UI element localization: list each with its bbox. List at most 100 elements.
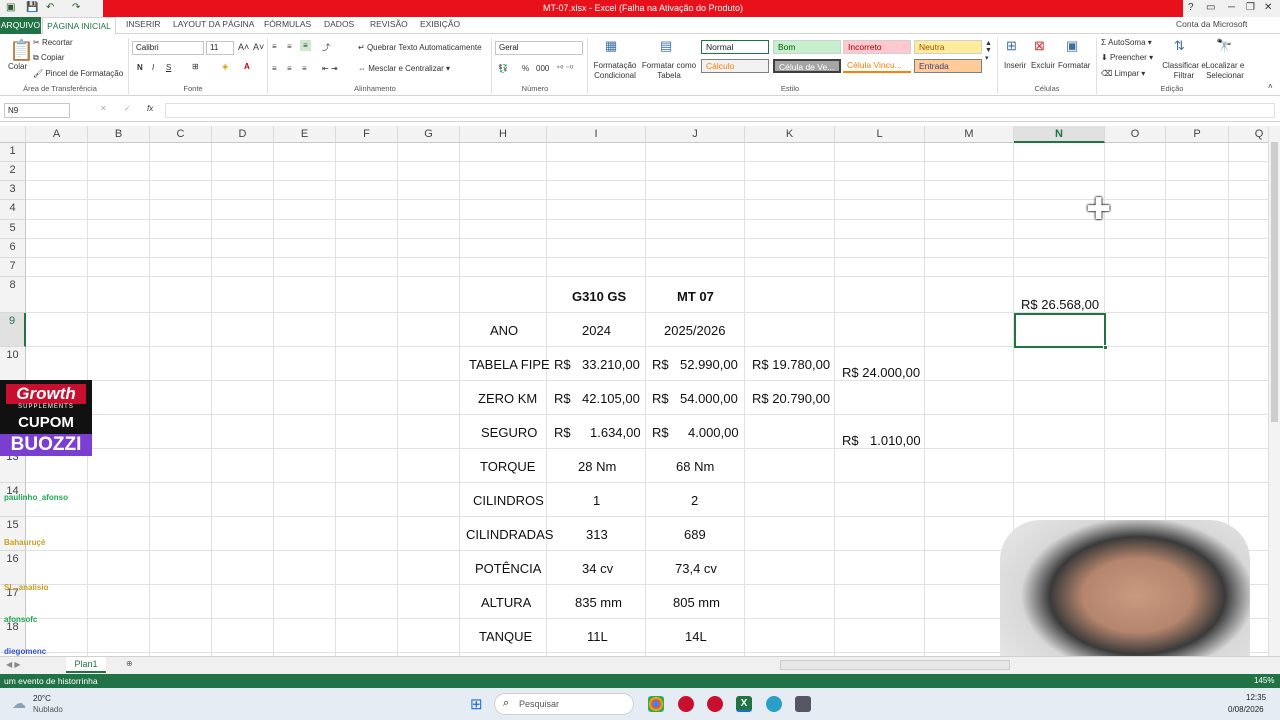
- start-icon[interactable]: ⊞: [470, 695, 483, 713]
- style-normal[interactable]: Normal: [701, 40, 769, 54]
- cell-i16[interactable]: 34 cv: [582, 561, 613, 576]
- cell-j8[interactable]: MT 07: [677, 289, 714, 304]
- cell-i8[interactable]: G310 GS: [572, 289, 626, 304]
- cell-j18[interactable]: 14L: [685, 629, 707, 644]
- column-header-g[interactable]: G: [398, 126, 460, 143]
- sheet-tab-plan1[interactable]: Plan1: [66, 657, 106, 673]
- tab-pagina-inicial[interactable]: PÁGINA INICIAL: [42, 17, 116, 35]
- row-header-4[interactable]: 4: [0, 200, 26, 220]
- cell-j10[interactable]: 52.990,00: [680, 357, 738, 372]
- cell-h15[interactable]: CILINDRADAS: [466, 527, 553, 542]
- merge-center-button[interactable]: ⇔ Mesclar e Centralizar ▾: [358, 64, 450, 73]
- app-icon[interactable]: [707, 696, 723, 712]
- cell-i12[interactable]: 1.634,00: [590, 425, 641, 440]
- cut-button[interactable]: ✂ Recortar: [33, 38, 73, 47]
- name-box[interactable]: N9: [4, 103, 70, 118]
- copy-button[interactable]: ⧉ Copiar: [33, 53, 65, 63]
- find-select-button[interactable]: Localizar e Selecionar: [1202, 61, 1248, 81]
- redo-icon[interactable]: ↷: [72, 2, 80, 13]
- clock-time[interactable]: 12:35: [1246, 693, 1266, 702]
- tab-layout[interactable]: LAYOUT DA PÁGINA: [173, 19, 254, 29]
- column-header-m[interactable]: M: [925, 126, 1014, 143]
- delete-cells-icon[interactable]: ⊠: [1034, 38, 1045, 54]
- fill-handle[interactable]: [1103, 345, 1108, 350]
- align-top-icon[interactable]: ≡: [272, 42, 277, 51]
- conditional-format-icon[interactable]: ▦: [605, 38, 617, 54]
- style-celula-vinculada[interactable]: Célula Vincu...: [843, 59, 911, 73]
- column-header-q[interactable]: Q: [1229, 126, 1268, 143]
- cell-j17[interactable]: 805 mm: [673, 595, 720, 610]
- cell-i9[interactable]: 2024: [582, 323, 611, 338]
- style-bom[interactable]: Bom: [773, 40, 841, 54]
- cell-n8[interactable]: R$ 26.568,00: [1021, 297, 1099, 312]
- tab-inserir[interactable]: INSERIR: [126, 19, 160, 29]
- cell-h9[interactable]: ANO: [490, 323, 518, 338]
- cell-h18[interactable]: TANQUE: [479, 629, 532, 644]
- cell-i10[interactable]: 33.210,00: [582, 357, 640, 372]
- insert-function-button[interactable]: fx: [147, 104, 153, 113]
- collapse-ribbon-icon[interactable]: ˄: [1268, 82, 1273, 91]
- paste-button[interactable]: Colar: [8, 62, 27, 71]
- italic-button[interactable]: I: [152, 63, 154, 72]
- cell-h13[interactable]: TORQUE: [480, 459, 535, 474]
- help-button[interactable]: ?: [1188, 2, 1194, 13]
- style-celula-verificacao[interactable]: Célula de Ve...: [773, 59, 841, 73]
- format-cells-button[interactable]: Formatar: [1058, 61, 1090, 70]
- cell-h12[interactable]: SEGURO: [481, 425, 537, 440]
- column-header-a[interactable]: A: [26, 126, 88, 143]
- autosum-button[interactable]: Σ AutoSoma ▾: [1101, 38, 1152, 47]
- grow-font-icon[interactable]: A˄: [238, 42, 249, 52]
- ribbon-display-icon[interactable]: ▭: [1206, 2, 1215, 13]
- fill-color-icon[interactable]: ◈: [222, 62, 228, 71]
- cell-j13[interactable]: 68 Nm: [676, 459, 714, 474]
- cell-j9[interactable]: 2025/2026: [664, 323, 725, 338]
- column-header-l[interactable]: L: [835, 126, 925, 143]
- column-header-k[interactable]: K: [745, 126, 835, 143]
- font-size-select[interactable]: 11: [206, 41, 234, 55]
- column-header-f[interactable]: F: [336, 126, 398, 143]
- cell-j16[interactable]: 73,4 cv: [675, 561, 717, 576]
- format-painter-button[interactable]: 🖌 Pincel de Formatação: [33, 69, 123, 78]
- sort-filter-icon[interactable]: ⇅: [1174, 38, 1185, 54]
- cell-h16[interactable]: POTÊNCIA: [475, 561, 541, 576]
- style-neutra[interactable]: Neutra: [914, 40, 982, 54]
- save-icon[interactable]: 💾: [26, 2, 38, 13]
- cell-i14[interactable]: 1: [593, 493, 600, 508]
- prev-sheet-icon[interactable]: ◀ ▶: [6, 660, 21, 669]
- delete-cells-button[interactable]: Excluir: [1031, 61, 1055, 70]
- column-header-e[interactable]: E: [274, 126, 336, 143]
- enter-icon[interactable]: ✓: [124, 104, 131, 113]
- cell-h11[interactable]: ZERO KM: [478, 391, 537, 406]
- selected-cell-n9[interactable]: [1014, 313, 1106, 348]
- fill-button[interactable]: ⬇ Preencher ▾: [1101, 53, 1153, 62]
- column-header-d[interactable]: D: [212, 126, 274, 143]
- tab-exibicao[interactable]: EXIBIÇÃO: [420, 19, 460, 29]
- calculator-icon[interactable]: [795, 696, 811, 712]
- column-header-i[interactable]: I: [547, 126, 646, 143]
- cell-h14[interactable]: CILINDROS: [473, 493, 544, 508]
- insert-cells-icon[interactable]: ⊞: [1006, 38, 1017, 54]
- underline-button[interactable]: S: [166, 63, 171, 72]
- clear-button[interactable]: ⌫ Limpar ▾: [1101, 69, 1145, 78]
- thousands-button[interactable]: 000: [536, 64, 549, 73]
- cell-h17[interactable]: ALTURA: [481, 595, 531, 610]
- column-header-b[interactable]: B: [88, 126, 150, 143]
- cell-h10[interactable]: TABELA FIPE: [469, 357, 550, 372]
- borders-icon[interactable]: ⊞: [192, 62, 199, 71]
- cell-i13[interactable]: 28 Nm: [578, 459, 616, 474]
- cell-l10[interactable]: R$ 24.000,00: [842, 365, 920, 380]
- cancel-icon[interactable]: ✕: [100, 104, 107, 113]
- font-color-icon[interactable]: A: [244, 62, 250, 71]
- cell-k11[interactable]: R$ 20.790,00: [752, 391, 830, 406]
- undo-icon[interactable]: ↶: [46, 2, 54, 13]
- clock-date[interactable]: 0/08/2026: [1228, 705, 1264, 714]
- find-select-icon[interactable]: 🔭: [1216, 38, 1232, 54]
- style-calculo[interactable]: Cálculo: [701, 59, 769, 73]
- conditional-format-button[interactable]: Formatação Condicional: [590, 61, 640, 81]
- cell-i15[interactable]: 313: [586, 527, 608, 542]
- indent-icon[interactable]: ⇤ ⇥: [322, 64, 338, 73]
- orientation-icon[interactable]: ⤴: [322, 42, 330, 53]
- style-entrada[interactable]: Entrada: [914, 59, 982, 73]
- tab-formulas[interactable]: FÓRMULAS: [264, 19, 311, 29]
- align-right-icon[interactable]: ≡: [302, 64, 307, 73]
